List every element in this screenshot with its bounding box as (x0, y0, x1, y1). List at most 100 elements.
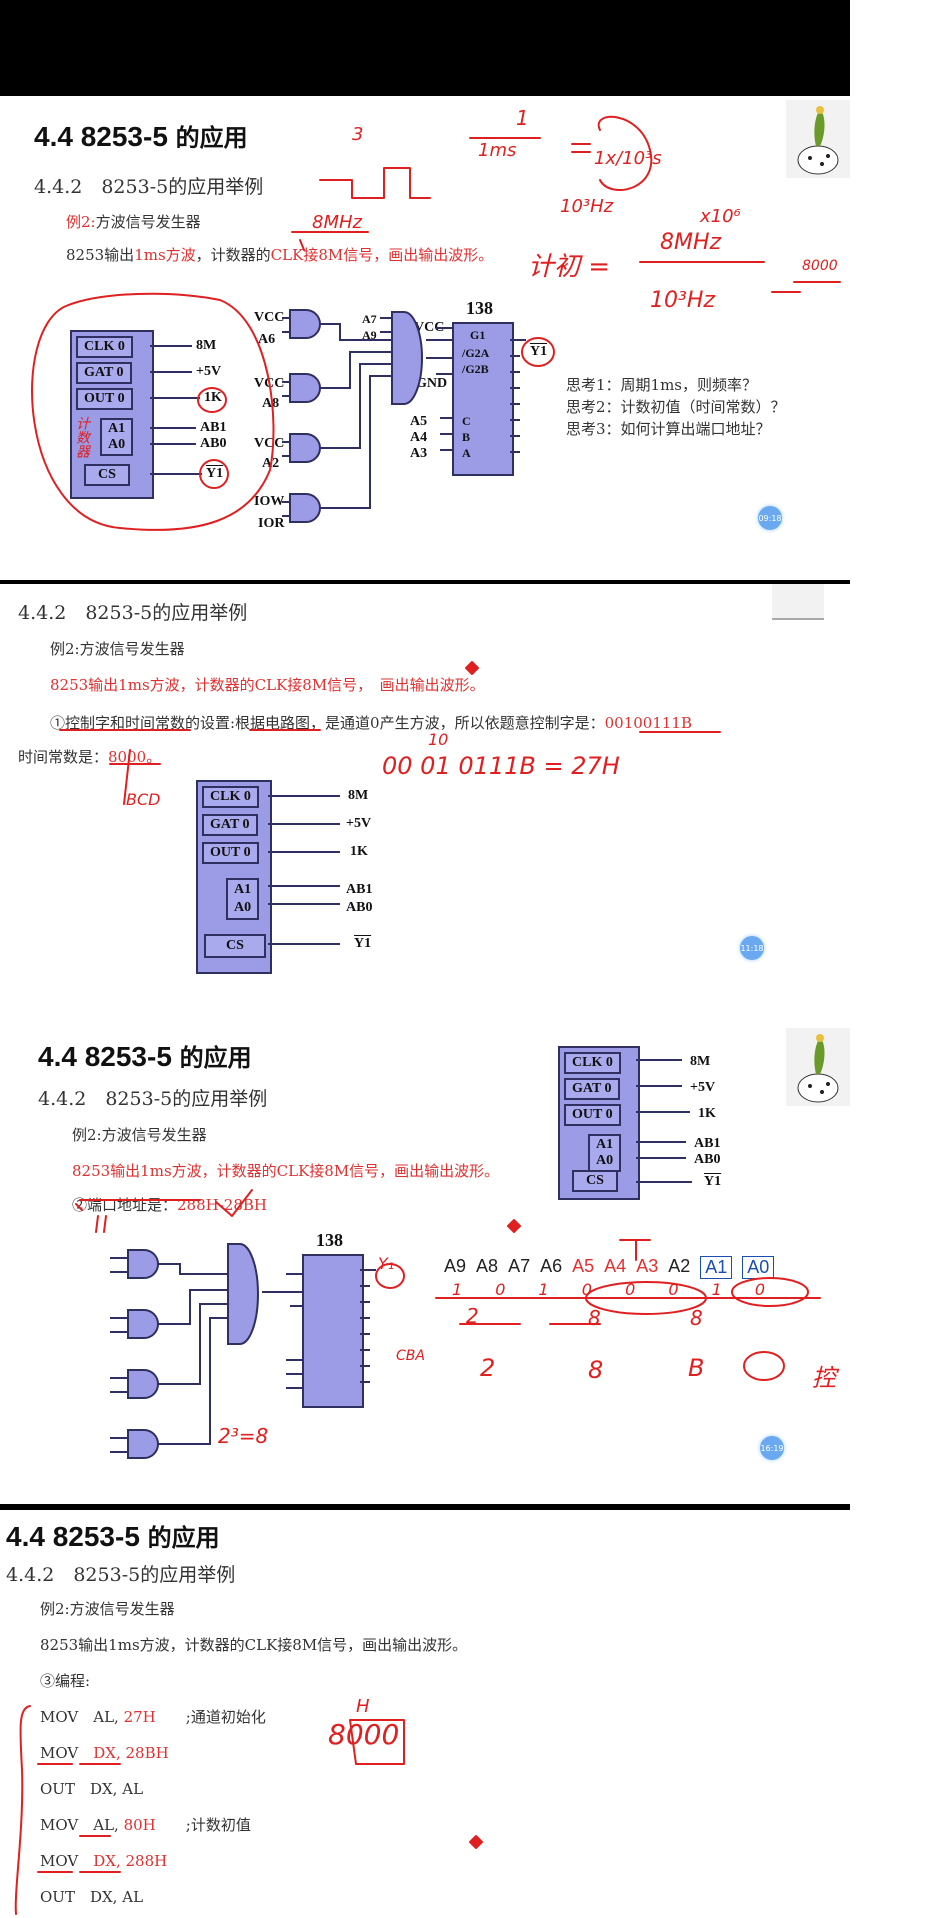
label-a4: A4 (410, 430, 428, 445)
pin-out: OUT 0 (202, 842, 259, 864)
task-statement: 8253输出1ms方波，计数器的CLK接8M信号， 画出输出波形。 (50, 676, 485, 694)
label-a9: A9 (362, 328, 377, 342)
timestamp-badge: 16:19 (760, 1436, 784, 1460)
code-line-5: MOV DX, 288H (40, 1852, 168, 1870)
slide-2: 4.4.2 8253-5的应用举例 例2:方波信号发生器 8253输出1ms方波… (0, 580, 850, 1028)
signal-8m: 8M (690, 1054, 711, 1069)
hw-ten: 10 (428, 730, 449, 749)
hw-bcd: BCD (126, 790, 161, 809)
pin-a1-a0: A1 A0 (226, 878, 260, 920)
hw-hex-8: 8 (588, 1356, 604, 1384)
hw-two: 2 (466, 1304, 479, 1328)
pin-gat: GAT 0 (564, 1078, 620, 1100)
decoder-pin-g2a: /G2A (462, 346, 490, 360)
task-statement: 8253输出1ms方波，计数器的CLK接8M信号，画出输出波形。 (72, 1162, 500, 1180)
decoder-pin-a: A (462, 446, 471, 460)
example-heading: 例2:方波信号发生器 (72, 1126, 207, 1144)
pin-cs: CS (572, 1170, 618, 1192)
label-ior: IOR (258, 516, 285, 531)
label-vcc-3: VCC (254, 436, 285, 451)
decoder-pin-b: B (462, 430, 471, 444)
section-subtitle: 4.4.2 8253-5的应用举例 (18, 602, 248, 624)
hw-kong: 控 (812, 1364, 836, 1392)
section-subtitle: 4.4.2 8253-5的应用举例 (6, 1564, 236, 1586)
signal-8m: 8M (348, 788, 369, 803)
decoder-label: 138 (466, 298, 493, 318)
hw-8000: 8000 (802, 258, 838, 274)
code-line-6: OUT DX, AL (40, 1888, 144, 1906)
hw-hex-2: 2 (480, 1354, 496, 1382)
signal-ab1: AB1 (694, 1136, 721, 1151)
pin-a1-a0: A1 A0 (100, 418, 134, 456)
signal-ab0: AB0 (694, 1152, 721, 1167)
timestamp-badge: 11:18 (740, 936, 764, 960)
code-line-4: MOV AL, 80H ;计数初值 (40, 1816, 251, 1834)
addr-bit-a9: A9 (444, 1256, 467, 1276)
hw-fraction: 1x/10³s (594, 148, 662, 169)
step2-text: ②端口地址是：288H-28BH (72, 1196, 267, 1214)
hw-binary: 00 01 0111B = 27H (382, 752, 620, 780)
addr-bit-a5: A5 (572, 1256, 595, 1276)
pin-out: OUT 0 (76, 388, 133, 410)
decoder-label: 138 (316, 1230, 343, 1250)
signal-ab1: AB1 (346, 882, 373, 897)
page-title: 4.4 8253-5 的应用 (6, 1521, 220, 1552)
title-chinese: 的应用 (175, 124, 248, 152)
hw-bits: 1 0 1 0 0 0 1 0 (452, 1280, 780, 1299)
step1-text: ①控制字和时间常数的设置:根据电路图，是通道0产生方波，所以依题意控制字是：00… (50, 714, 692, 732)
pin-clk: CLK 0 (564, 1052, 621, 1074)
pin-gat: GAT 0 (76, 362, 132, 384)
presenter-thumbnail (786, 1028, 850, 1106)
pin-clk: CLK 0 (202, 786, 259, 808)
signal-y1: Y1 (206, 466, 224, 481)
slide-4: 4.4 8253-5 的应用 4.4.2 8253-5的应用举例 例2:方波信号… (0, 1510, 850, 1918)
example-heading: 例2:方波信号发生器 (66, 213, 201, 231)
question-3: 思考3：如何计算出端口地址？ (566, 420, 771, 438)
decoder-pin-g1: G1 (470, 328, 486, 342)
hw-three: 3 (352, 124, 364, 145)
hw-count-formula: 计初 = (528, 252, 611, 282)
label-iow: IOW (254, 494, 285, 509)
label-vcc-1: VCC (254, 310, 285, 325)
hw-y1: Y₁ (378, 1254, 395, 1273)
label-a3: A3 (410, 446, 428, 461)
hw-pow: 2³=8 (218, 1424, 269, 1448)
hw-8mhz-2: 8MHz (660, 230, 722, 255)
label-vcc-4: VCC (414, 320, 445, 335)
page-title: 4.4 8253-5 的应用 (38, 1041, 252, 1072)
signal-5v: +5V (690, 1080, 716, 1095)
addr-bit-a3: A3 (636, 1256, 659, 1276)
code-line-1: MOV AL, 27H ;通道初始化 (40, 1708, 266, 1726)
addr-bit-a8: A8 (476, 1256, 499, 1276)
hw-eight-2: 8 (690, 1306, 703, 1330)
title-number: 4.4 8253-5 (34, 121, 168, 152)
pin-cs: CS (84, 464, 130, 486)
pin-clk: CLK 0 (76, 336, 133, 358)
task-statement: 8253输出1ms方波，计数器的CLK接8M信号，画出输出波形。 (66, 246, 494, 264)
pin-out: OUT 0 (564, 1104, 621, 1126)
addr-bit-a0: A0 (742, 1256, 775, 1279)
code-line-3: OUT DX, AL (40, 1780, 144, 1798)
signal-8m: 8M (196, 338, 217, 353)
task-statement: 8253输出1ms方波，计数器的CLK接8M信号，画出输出波形。 (40, 1636, 468, 1654)
time-constant: 时间常数是：8000。 (18, 748, 162, 766)
signal-1k: 1K (204, 390, 222, 405)
decoder-pin-c: C (462, 414, 471, 428)
section-subtitle: 4.4.2 8253-5的应用举例 (38, 1088, 268, 1110)
signal-y1: Y1 (704, 1174, 722, 1189)
address-bits: A9 A8 A7 A6 A5 A4 A3 A2 A1 A0 (444, 1256, 775, 1279)
decoder-pin-g2b: /G2B (462, 362, 489, 376)
addr-bit-a7: A7 (508, 1256, 531, 1276)
hw-counter-note: 计数器 (74, 416, 90, 458)
hw-cba: CBA (396, 1348, 425, 1364)
hw-10e3hz: 10³Hz (560, 196, 614, 217)
hw-8mhz: 8MHz (312, 212, 362, 233)
decoder-output-y1: Y1 (530, 344, 548, 359)
pin-gat: GAT 0 (202, 814, 258, 836)
label-a8: A8 (262, 396, 280, 411)
hw-hex-b: B (688, 1354, 705, 1382)
label-gnd: GND (416, 376, 448, 391)
hw-one: 1 (516, 106, 529, 130)
video-top-bar (0, 0, 850, 96)
slide-1: 4.4 8253-5 的应用 4.4.2 8253-5的应用举例 例2:方波信号… (0, 0, 850, 580)
